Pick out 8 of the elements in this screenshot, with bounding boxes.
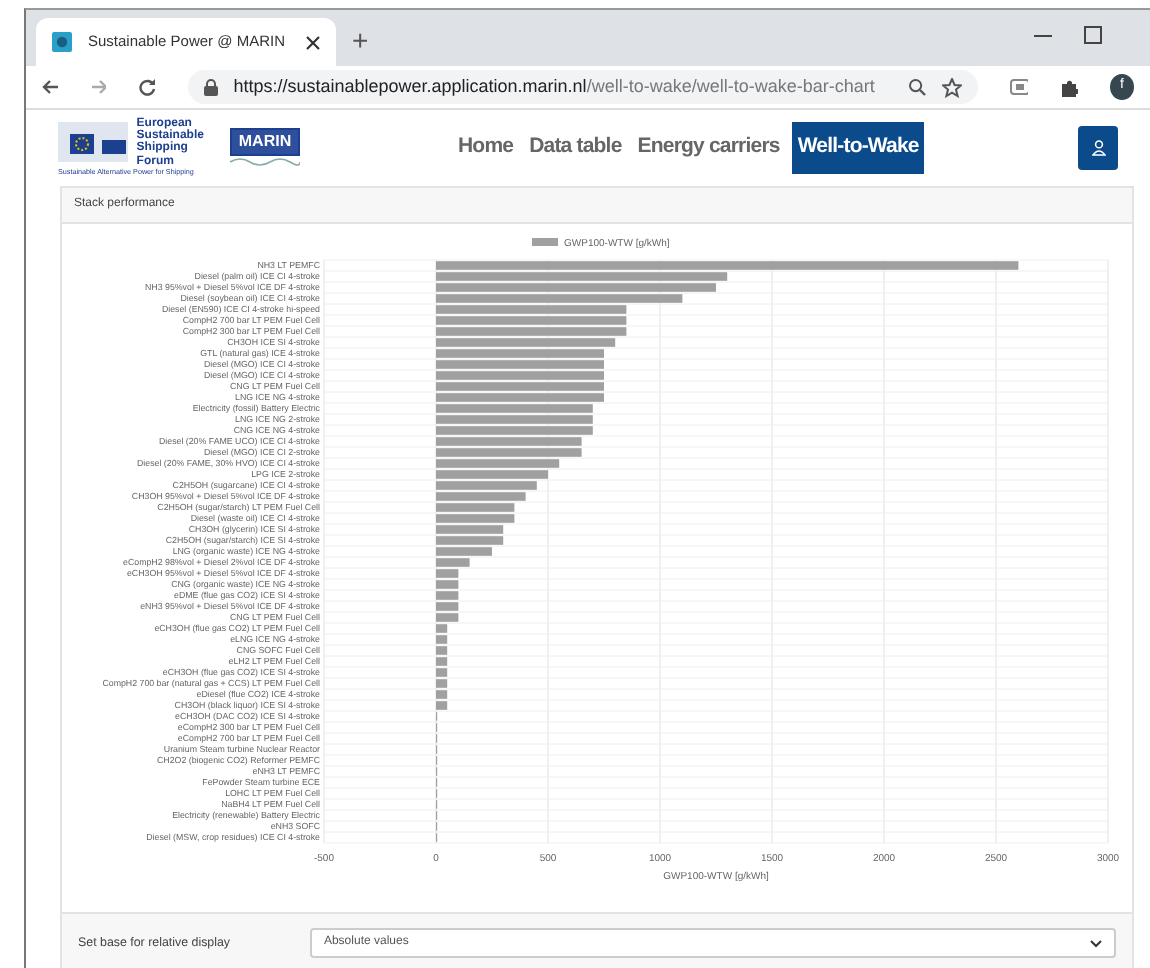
url-text: https://sustainablepower.application.marin.nl/well-to-wake/well-to-wake-bar-chart [233,73,875,100]
nav-link[interactable]: Home [454,126,518,170]
nav-link[interactable]: Data table [525,126,626,170]
nav-link[interactable]: Well-to-Wake [791,122,925,174]
address-bar[interactable]: https://sustainablepower.application.marin.nl/well-to-wake/well-to-wake-bar-chart [187,70,978,104]
new-tab-button[interactable]: + [352,26,369,54]
nav-link[interactable]: Energy carriers [633,126,784,170]
marin-logo: MARIN [230,128,300,156]
